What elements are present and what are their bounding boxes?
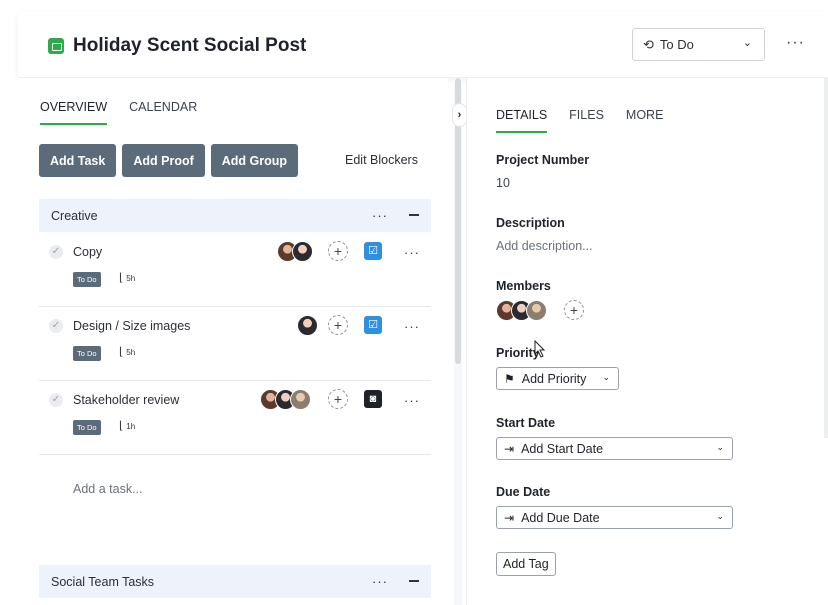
collapse-icon[interactable] [409,580,419,582]
project-header: Holiday Scent Social Post ⟲ To Do ⌄ ··· [18,12,828,78]
mouse-pointer-icon [534,340,546,358]
add-start-date-dropdown[interactable]: ⇥ Add Start Date ⌄ [496,437,733,460]
add-assignee-button[interactable]: + [328,389,348,409]
task-checkbox[interactable]: ✓ [49,393,63,407]
add-group-button[interactable]: Add Group [210,144,299,177]
add-proof-button[interactable]: Add Proof [122,144,205,177]
add-task-button[interactable]: Add Task [39,144,117,177]
add-task-input[interactable]: Add a task... [73,482,142,496]
collapse-icon[interactable] [409,214,419,216]
add-tag-button[interactable]: Add Tag [496,552,556,576]
edit-blockers-link[interactable]: Edit Blockers [345,153,418,167]
start-date-label: Start Date [496,416,556,430]
chevron-down-icon: ⌄ [716,511,724,521]
group-name: Creative [51,208,98,223]
members-label: Members [496,279,551,293]
assignee-avatars[interactable] [297,315,318,336]
group-header-creative[interactable]: Creative ··· [39,199,431,232]
effort-icon: ⌊ [119,346,124,358]
avatar [526,300,547,321]
add-priority-dropdown[interactable]: ⚑ Add Priority ⌄ [496,367,619,390]
status-badge[interactable]: To Do [73,272,101,287]
details-panel: DETAILS FILES MORE Project Number 10 Des… [466,78,828,605]
project-number-label: Project Number [496,153,590,167]
task-more-button[interactable]: ··· [404,245,420,260]
project-number-value: 10 [496,176,510,190]
tab-overview[interactable]: OVERVIEW [40,100,108,125]
tab-files[interactable]: FILES [569,108,604,133]
description-label: Description [496,216,565,230]
proof-icon[interactable]: ☑ [364,242,382,260]
effort-icon: ⌊ [119,420,124,432]
flag-icon: ⚑ [504,371,515,386]
add-due-date-dropdown[interactable]: ⇥ Add Due Date ⌄ [496,506,733,529]
proof-icon[interactable]: ☑ [364,316,382,334]
member-avatars[interactable] [496,300,547,321]
add-assignee-button[interactable]: + [328,241,348,261]
assignee-avatars[interactable] [277,241,313,262]
panel-toggle-button[interactable]: › [452,103,467,127]
description-field[interactable]: Add description... [496,239,593,253]
task-more-button[interactable]: ··· [404,393,420,408]
chevron-down-icon: ⌄ [716,442,724,452]
add-assignee-button[interactable]: + [328,315,348,335]
action-button-row: Add Task Add Proof Add Group [39,144,299,177]
review-proof-icon[interactable]: ◙ [364,390,382,408]
group-header-social-team-tasks[interactable]: Social Team Tasks ··· [39,565,431,598]
task-row[interactable]: ✓ Design / Size images To Do ⌊ 5h + ☑ ··· [39,307,431,381]
assignee-avatars[interactable] [260,389,311,410]
tab-details[interactable]: DETAILS [496,108,548,133]
overview-panel: OVERVIEW CALENDAR Add Task Add Proof Add… [18,78,448,605]
task-checkbox[interactable]: ✓ [49,319,63,333]
effort-indicator[interactable]: ⌊ 1h [119,419,135,432]
effort-indicator[interactable]: ⌊ 5h [119,271,135,284]
group-more-button[interactable]: ··· [372,574,388,589]
task-name[interactable]: Design / Size images [73,319,190,333]
group-more-button[interactable]: ··· [372,208,388,223]
task-row[interactable]: ✓ Stakeholder review To Do ⌊ 1h + ◙ ··· [39,381,431,455]
task-row[interactable]: ✓ Copy To Do ⌊ 5h + ☑ ··· [39,233,431,307]
calendar-enter-icon: ⇥ [504,441,515,456]
tab-more[interactable]: MORE [626,108,664,133]
task-checkbox[interactable]: ✓ [49,245,63,259]
header-more-button[interactable]: ··· [786,34,805,52]
tab-calendar[interactable]: CALENDAR [129,100,197,125]
right-tabs: DETAILS FILES MORE [496,108,663,133]
due-date-label: Due Date [496,485,551,499]
project-title: Holiday Scent Social Post [73,35,307,56]
avatar [290,389,311,410]
right-scrollbar[interactable] [824,78,828,438]
avatar [297,315,318,336]
effort-icon: ⌊ [119,272,124,284]
task-more-button[interactable]: ··· [404,319,420,334]
status-badge[interactable]: To Do [73,346,101,361]
add-member-button[interactable]: + [564,300,584,320]
task-name[interactable]: Copy [73,245,102,259]
chevron-down-icon: ⌄ [602,372,610,382]
avatar [292,241,313,262]
chevron-down-icon: ⌄ [742,37,752,49]
status-cycle-icon: ⟲ [643,36,654,52]
left-tabs: OVERVIEW CALENDAR [40,100,197,125]
status-dropdown[interactable]: ⟲ To Do ⌄ [632,28,765,61]
project-icon [48,38,64,54]
status-value: To Do [659,37,694,52]
effort-indicator[interactable]: ⌊ 5h [119,345,135,358]
task-name[interactable]: Stakeholder review [73,393,179,407]
status-badge[interactable]: To Do [73,420,101,435]
group-name: Social Team Tasks [51,574,155,589]
calendar-enter-icon: ⇥ [504,510,515,525]
